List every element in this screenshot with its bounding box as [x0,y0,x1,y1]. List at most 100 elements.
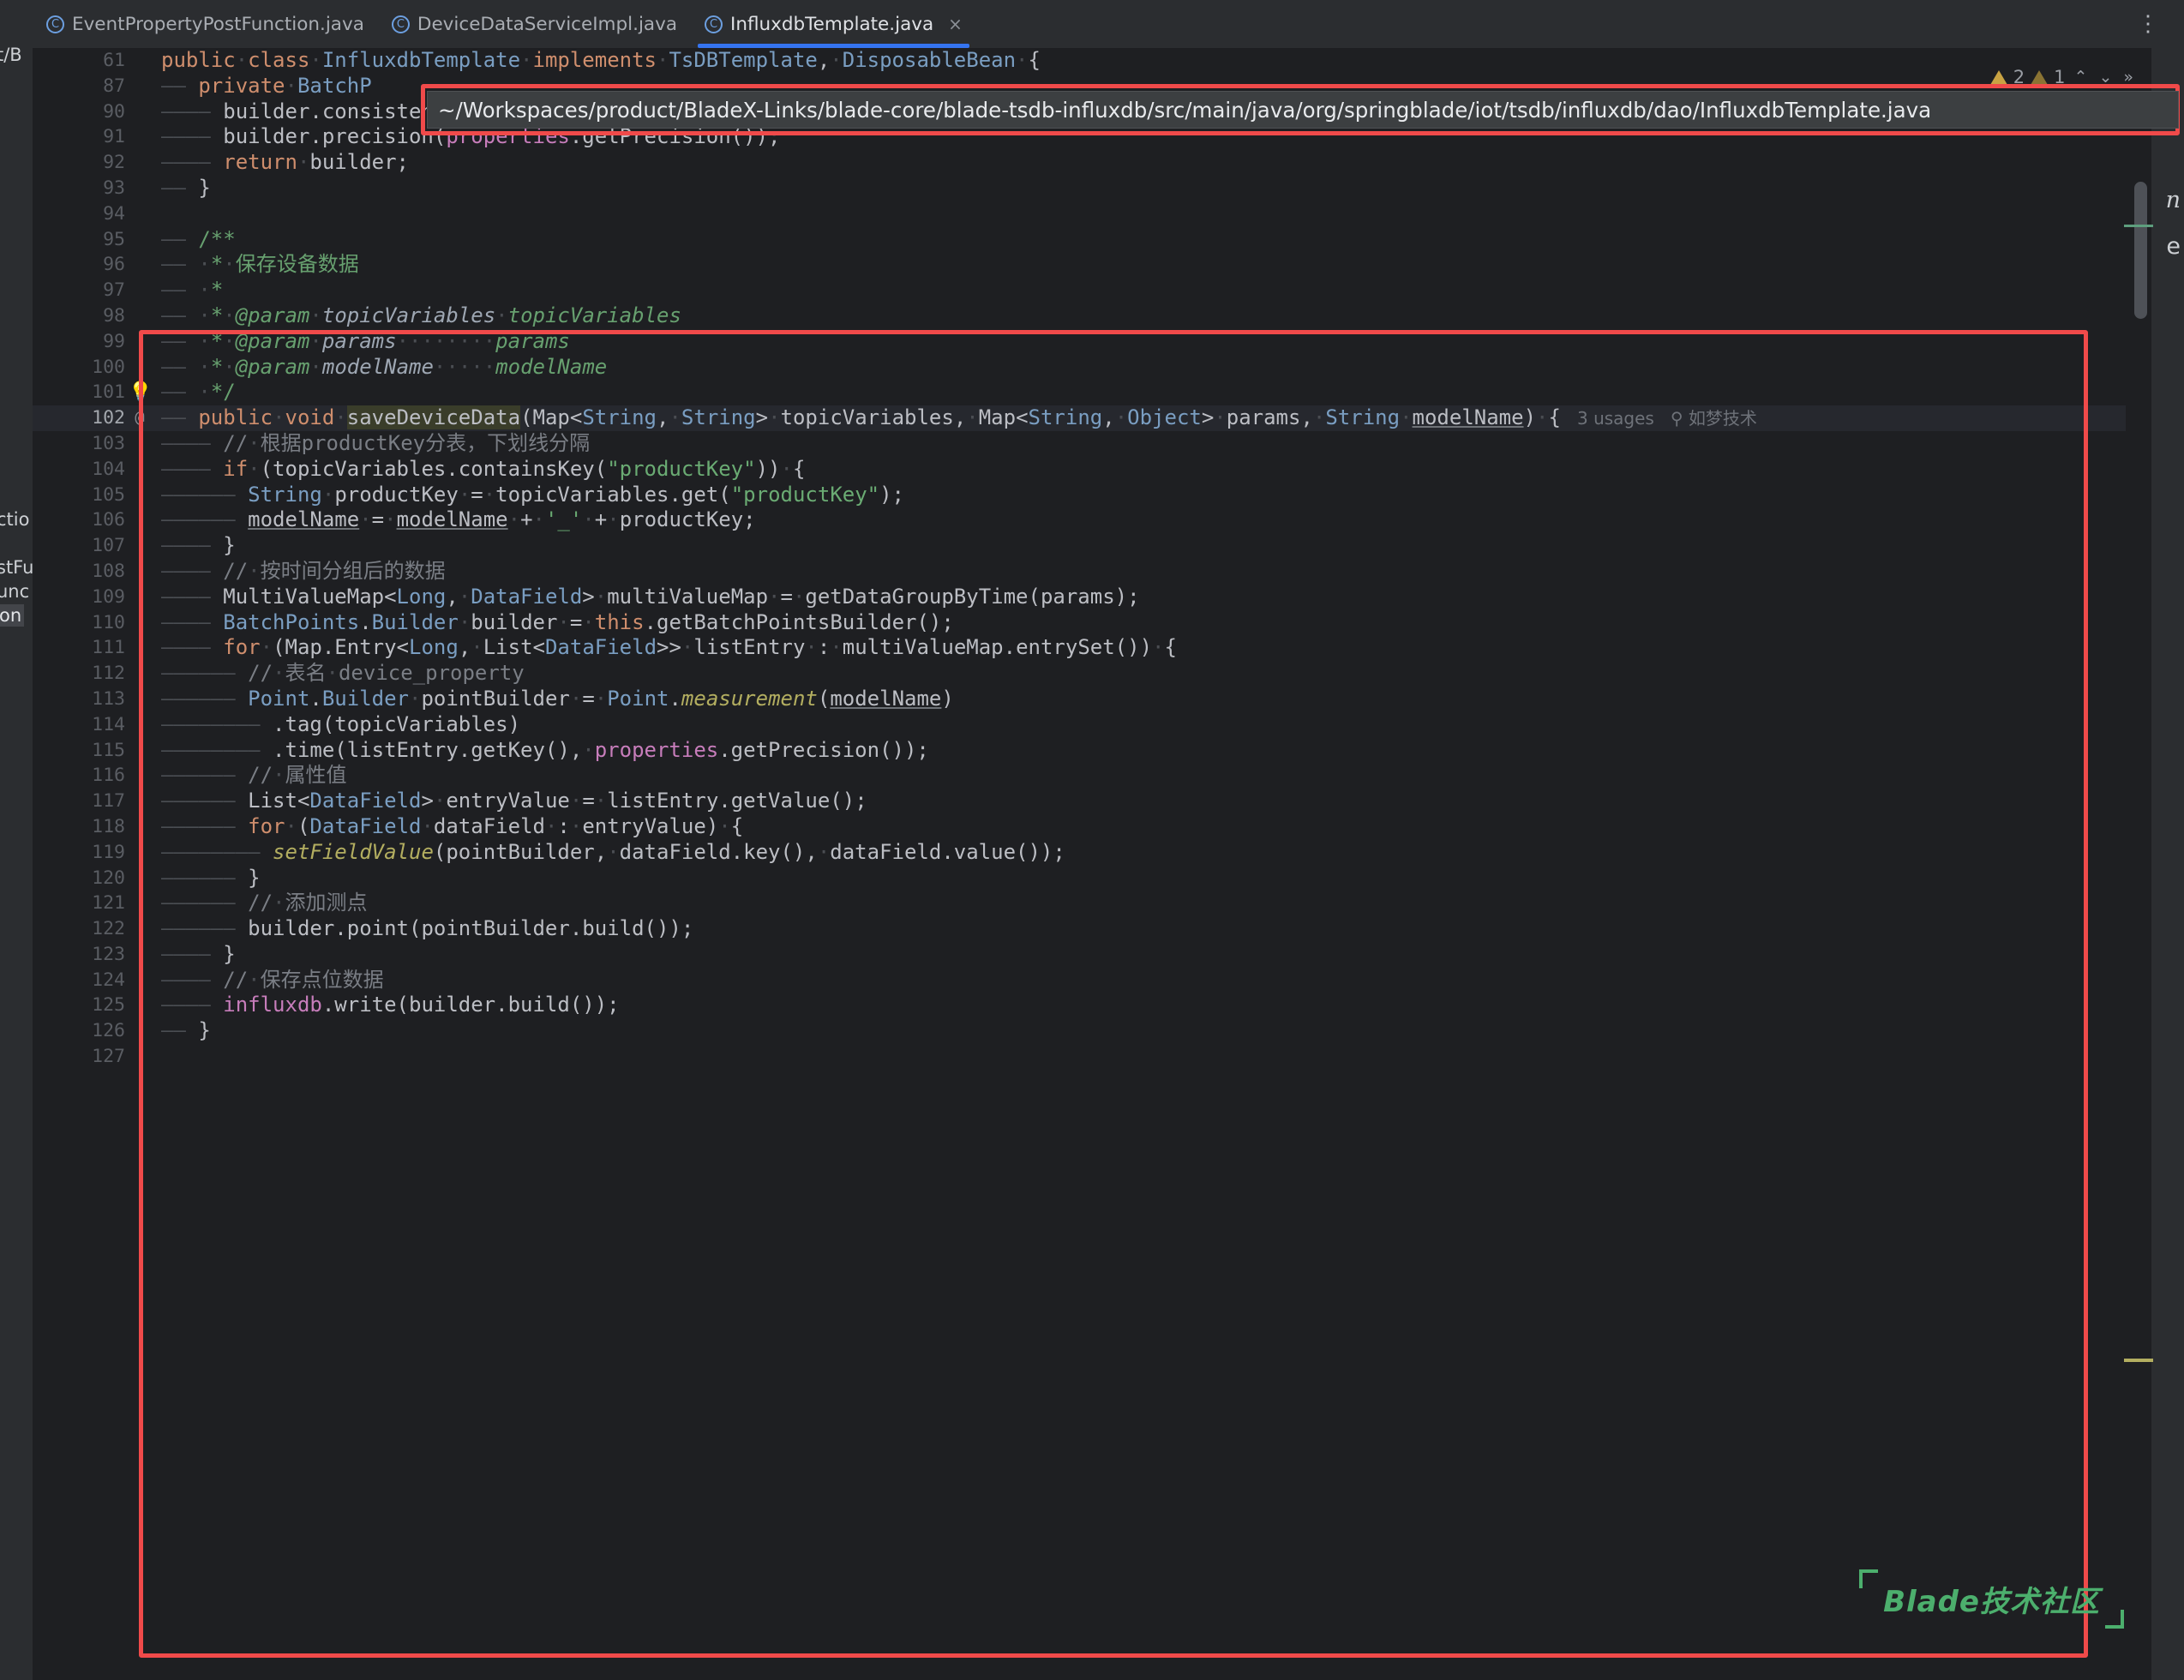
project-tree-selected-fragment: on [0,604,25,627]
chevron-down-icon[interactable]: ⌄ [2096,68,2115,87]
code-text: ———————— .tag(topicVariables) [161,711,521,736]
code-line[interactable]: 114 ———————— .tag(topicVariables) [33,712,2184,738]
line-number: 98 [103,304,125,327]
code-line[interactable]: 109 ———— MultiValueMap<Long,·DataField>·m… [33,585,2184,610]
code-text: —————— for·(DataField·dataField·:·entryV… [161,813,744,838]
code-editor[interactable]: 61 public·class·InfluxdbTemplate·implemen… [33,48,2184,1680]
chevron-up-icon[interactable]: ⌃ [2072,68,2091,87]
watermark: Blade技术社区 [1859,1569,2124,1629]
line-number: 127 [92,1046,125,1068]
code-text: ———————— .time(listEntry.getKey(),·prope… [161,737,929,762]
vertical-scrollbar-thumb[interactable] [2134,182,2147,319]
line-number: 125 [92,994,125,1017]
code-line[interactable]: 102 @ —— public·void·saveDeviceData(Map<St… [33,405,2184,431]
code-text: ———— BatchPoints.Builder·builder·=·this.… [161,609,954,634]
code-line[interactable]: 120 —————— } [33,866,2184,891]
code-line[interactable]: 98 —— ·*·@param·topicVariables·topicVaria… [33,303,2184,329]
project-tree-fragment: unc [0,581,30,602]
code-line[interactable]: 96 —— ·*·保存设备数据 [33,252,2184,278]
line-number: 103 [92,432,125,454]
code-text: —————— //·属性值 [161,763,347,788]
code-line[interactable]: 110 ———— BatchPoints.Builder·builder·=·th… [33,610,2184,636]
code-line[interactable]: 101 💡 —— ·*/ [33,380,2184,405]
code-line[interactable]: 126 —— } [33,1018,2184,1044]
code-line[interactable]: 94 [33,201,2184,227]
code-line[interactable]: 115 ———————— .time(listEntry.getKey(),·pr… [33,738,2184,764]
line-number: 61 [103,50,125,71]
code-line[interactable]: 107 ———— } [33,533,2184,559]
line-number: 117 [92,790,125,813]
code-line[interactable]: 127 [33,1044,2184,1070]
warning-count: 2 [2013,67,2025,87]
code-text: —————— String·productKey·=·topicVariable… [161,482,905,507]
code-text: —— ·* [161,278,224,303]
code-line[interactable]: 95 —— /** [33,227,2184,253]
code-text: —————— } [161,865,261,890]
code-text: —— ·*/ [161,380,236,405]
java-class-icon: C [46,15,64,33]
corner-bracket-icon [1859,1569,1879,1588]
more-options-icon[interactable]: ⋮ [2125,11,2172,37]
code-line[interactable]: 119 ———————— setFieldValue(pointBuilder,·… [33,840,2184,866]
code-line[interactable]: 106 —————— modelName·=·modelName·+·'_'·+·… [33,507,2184,533]
code-text: —— } [161,175,211,200]
editor-tab-device-data-service-impl[interactable]: C DeviceDataServiceImpl.java [378,0,691,48]
code-line[interactable]: 100 —— ·*·@param·modelName·····modelName [33,355,2184,381]
line-number: 119 [92,841,125,863]
inspection-widget[interactable]: 2 1 ⌃ ⌄ » [1989,67,2136,87]
intention-bulb-icon[interactable]: 💡 [129,380,152,405]
code-line[interactable]: 99 —— ·*·@param·params········params [33,329,2184,355]
close-icon[interactable]: × [948,14,963,34]
code-line[interactable]: 104 ———— if·(topicVariables.containsKey("… [33,457,2184,483]
marker-yellow[interactable] [2124,1359,2153,1362]
code-line[interactable]: 92 ———— return·builder; [33,150,2184,176]
code-line[interactable]: 123 ———— } [33,942,2184,968]
code-line[interactable]: 112 —————— //·表名·device_property [33,661,2184,687]
warning-icon [1989,69,2007,85]
code-line[interactable]: 61 public·class·InfluxdbTemplate·implemen… [33,48,2184,74]
tab-label: EventPropertyPostFunction.java [72,13,364,35]
weak-warning-icon [2031,69,2049,85]
right-tool-window-strip[interactable]: n e [2151,0,2184,1680]
code-line[interactable]: 124 ———— //·保存点位数据 [33,968,2184,993]
code-line[interactable]: 105 —————— String·productKey·=·topicVaria… [33,483,2184,508]
code-line[interactable]: 113 —————— Point.Builder·pointBuilder·=·P… [33,687,2184,712]
tab-label: DeviceDataServiceImpl.java [417,13,678,35]
line-number: 96 [103,254,125,276]
code-line[interactable]: 103 ———— //·根据productKey分表，下划线分隔 [33,431,2184,457]
line-number: 109 [92,585,125,608]
project-tree-fragment: ctio [0,509,30,530]
editor-tab-influxdb-template[interactable]: C InfluxdbTemplate.java × [691,0,976,48]
override-annotation-icon[interactable]: @ [129,405,151,431]
code-line[interactable]: 125 ———— influxdb.write(builder.build()); [33,993,2184,1018]
line-number: 94 [103,202,125,225]
line-number: 102 [92,407,125,429]
notifications-icon[interactable]: e [2166,233,2181,260]
code-line[interactable]: 111 ———— for·(Map.Entry<Long,·List<DataFi… [33,635,2184,661]
code-line[interactable]: 116 —————— //·属性值 [33,763,2184,789]
editor-tab-event-property-post-function[interactable]: C EventPropertyPostFunction.java [33,0,378,48]
line-number: 95 [103,228,125,250]
code-line[interactable]: 117 —————— List<DataField>·entryValue·=·l… [33,789,2184,814]
code-line[interactable]: 93 —— } [33,176,2184,201]
code-line[interactable]: 121 —————— //·添加测点 [33,891,2184,916]
code-line[interactable]: 118 —————— for·(DataField·dataField·:·ent… [33,814,2184,840]
project-tool-window-edge[interactable]: t/B ctio stFu unc on [0,0,33,1680]
code-text: ———— return·builder; [161,150,409,175]
code-text: ———— influxdb.write(builder.build()); [161,993,620,1017]
line-number: 97 [103,279,125,302]
line-number: 108 [92,560,125,582]
code-line[interactable]: 122 —————— builder.point(pointBuilder.bui… [33,916,2184,942]
line-number: 114 [92,713,125,735]
code-text: —— public·void·saveDeviceData(Map<String… [161,405,1757,430]
code-text: —— ·*·保存设备数据 [161,252,359,277]
code-text: —— ·*·@param·modelName·····modelName [161,354,608,379]
code-text: —————— List<DataField>·entryValue·=·list… [161,789,867,813]
marker-green[interactable] [2124,225,2153,227]
line-number: 105 [92,483,125,506]
line-number: 118 [92,815,125,837]
more-icon[interactable]: » [2121,68,2136,87]
code-line[interactable]: 108 ———— //·按时间分组后的数据 [33,559,2184,585]
code-text: ———— //·按时间分组后的数据 [161,558,446,583]
code-line[interactable]: 97 —— ·* [33,278,2184,303]
